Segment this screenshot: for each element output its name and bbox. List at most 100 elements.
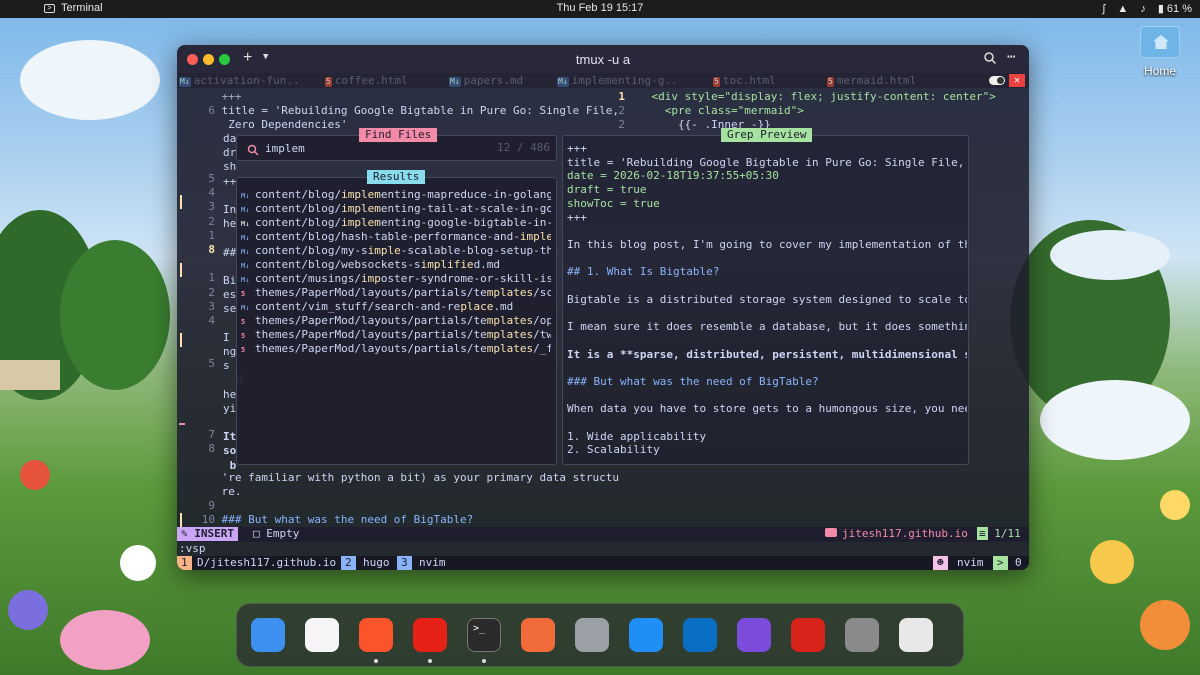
preview-line: When data you have to store gets to a hu… (567, 402, 967, 416)
tmux-terminal-icon: > (993, 556, 1008, 570)
gutter-line-number (181, 328, 215, 342)
tmux-window-index[interactable]: 1 (177, 556, 192, 570)
tmux-status-bar: 1 D/jitesh117.github.io 2 hugo 3 nvim ☻ … (177, 556, 1029, 570)
dock-app-obsidian[interactable] (737, 618, 771, 652)
editor-text-fragment: yi (223, 401, 237, 415)
dock-app-terminal[interactable]: >_ (467, 618, 501, 652)
editor-line[interactable]: 10 ### But what was the need of BigTable… (181, 513, 474, 527)
html-icon: 5 (241, 332, 246, 340)
result-item[interactable]: M↓ content/blog/my-simple-scalable-blog-s… (241, 244, 551, 258)
dock-app-launchpad[interactable] (899, 618, 933, 652)
flower-shape (1160, 490, 1190, 520)
editor-text-fragment: da (223, 132, 237, 145)
result-item[interactable]: M↓ content/blog/implementing-mapreduce-in… (241, 188, 551, 202)
window-titlebar[interactable]: + ▼ tmux -u a ⋯ (177, 45, 1029, 73)
editor-text-fragment: ## (223, 245, 237, 259)
gutter-line-number: 1 (208, 228, 215, 242)
close-buffer-button[interactable]: ✕ (1009, 74, 1025, 87)
tmux-window-name[interactable]: D/jitesh117.github.io (193, 556, 340, 570)
editor-line[interactable]: Zero Dependencies' (181, 118, 347, 132)
preview-line: title = 'Rebuilding Google Bigtable in P… (567, 155, 967, 169)
gutter-line-number (181, 257, 215, 271)
dock-app-brave[interactable] (359, 618, 393, 652)
tmux-current-program: nvim (957, 556, 984, 569)
find-files-input[interactable] (265, 141, 465, 155)
dock-app-paw[interactable] (521, 618, 555, 652)
buffer-tab[interactable]: M↓ papers.md (449, 73, 523, 88)
result-path: themes/PaperMod/layouts/partials/te (255, 314, 487, 327)
dock-app-system-settings[interactable] (575, 618, 609, 652)
editor-text-fragment: In (223, 203, 237, 216)
result-path-rest: enting-tail-at-scale-in-gola (380, 202, 551, 215)
html-icon: 5 (827, 77, 834, 87)
theme-toggle[interactable] (989, 76, 1005, 85)
clock[interactable]: Thu Feb 19 15:17 (557, 2, 644, 14)
result-item[interactable]: M↓ content/blog/websockets-simplified.md (241, 258, 551, 272)
dock-app-app-store[interactable] (629, 618, 663, 652)
editor-line[interactable]: +++ (181, 90, 242, 104)
editor-line[interactable]: 6 title = 'Rebuilding Google Bigtable in… (181, 104, 619, 118)
result-item[interactable]: M↓ content/vim_stuff/search-and-replace.m… (241, 300, 551, 314)
preview-line (567, 361, 967, 375)
gutter-line-number: 5 (208, 172, 215, 185)
dock-app-acrobat[interactable] (791, 618, 825, 652)
command-line[interactable]: :vsp (179, 542, 206, 556)
volume-icon[interactable]: ♪ (1140, 3, 1146, 15)
result-path: themes/PaperMod/layouts/partials/te (255, 342, 487, 355)
editor-line[interactable]: re. (181, 485, 242, 499)
home-folder-label[interactable]: Home (1132, 64, 1188, 78)
dock-app-youtube-music[interactable] (413, 618, 447, 652)
more-options-button[interactable]: ⋯ (1007, 49, 1015, 65)
html-icon: 5 (713, 77, 720, 87)
window-title: tmux -u a (575, 52, 631, 67)
buffer-tab[interactable]: M↓ activation-fun.. (179, 73, 300, 88)
search-icon[interactable] (983, 51, 997, 65)
result-item[interactable]: 5 themes/PaperMod/layouts/partials/templa… (241, 314, 551, 328)
editor-line[interactable]: 9 (181, 499, 222, 513)
result-match: implem (341, 188, 381, 201)
markdown-icon: M↓ (241, 220, 250, 228)
battery-indicator[interactable]: ▮ 61 % (1158, 2, 1192, 15)
wifi-icon[interactable]: ▲ (1117, 3, 1128, 15)
tmux-window-index[interactable]: 2 (341, 556, 356, 570)
dock-app-chrome[interactable] (305, 618, 339, 652)
result-path: content/vim_stuff/search-and-re (255, 300, 461, 313)
buffer-tab[interactable]: M↓ implementing-g.. (557, 73, 678, 88)
editor-line[interactable]: 're familiar with python a bit) as your … (181, 471, 619, 485)
gutter-line-number: 4 (208, 314, 215, 327)
editor-line[interactable]: 1 <div style="display: flex; justify-con… (609, 90, 996, 104)
find-files-title: Find Files (359, 128, 438, 142)
find-files-prompt[interactable]: Find Files 12 / 486 (236, 128, 557, 161)
result-item[interactable]: M↓ content/musings/imposter-syndrome-or-s… (241, 272, 551, 286)
dock-app-finder[interactable] (251, 618, 285, 652)
tmux-window-name[interactable]: nvim (415, 556, 450, 570)
result-item[interactable]: 5 themes/PaperMod/layouts/partials/templa… (241, 342, 551, 356)
dock-app-trash[interactable] (845, 618, 879, 652)
buffer-tab[interactable]: 5 mermaid.html (827, 73, 916, 88)
terminal-window[interactable]: + ▼ tmux -u a ⋯ M↓ activation-fun.. 5 coff… (177, 45, 1029, 570)
bluetooth-icon[interactable]: ∫ (1102, 3, 1105, 15)
dock-app-vs-code[interactable] (683, 618, 717, 652)
gutter-line-number: 7 (208, 427, 215, 441)
tmux-window-name[interactable]: hugo (359, 556, 394, 570)
results-list[interactable]: Results M↓ content/blog/implementing-mapr… (236, 170, 557, 465)
editor-line[interactable]: 2 <pre class="mermaid"> (609, 104, 803, 118)
gutter-line-number: 2 (208, 214, 215, 228)
buffer-tab[interactable]: 5 coffee.html (325, 73, 408, 88)
result-item[interactable]: M↓ content/blog/hash-table-performance-an… (241, 230, 551, 244)
preview-line: Bigtable is a distributed storage system… (567, 292, 967, 306)
result-item[interactable]: 5 themes/PaperMod/layouts/partials/templa… (241, 286, 551, 300)
tmux-window-index[interactable]: 3 (397, 556, 412, 570)
result-item[interactable]: 5 themes/PaperMod/layouts/partials/templa… (241, 328, 551, 342)
result-item[interactable]: M↓ content/blog/implementing-google-bigta… (241, 216, 551, 230)
result-path-rest: enting-google-bigtable-in-go (380, 216, 551, 229)
flower-shape (1090, 540, 1134, 584)
result-item[interactable]: M↓ content/blog/implementing-tail-at-scal… (241, 202, 551, 216)
home-folder-icon[interactable] (1140, 26, 1180, 58)
result-path-rest: .md (493, 300, 514, 313)
flower-shape (20, 460, 50, 490)
buffer-tab[interactable]: 5 toc.html (713, 73, 776, 88)
preview-line: +++ (567, 210, 587, 224)
result-path: themes/PaperMod/layouts/partials/te (255, 286, 487, 299)
markdown-icon: M↓ (179, 77, 191, 87)
